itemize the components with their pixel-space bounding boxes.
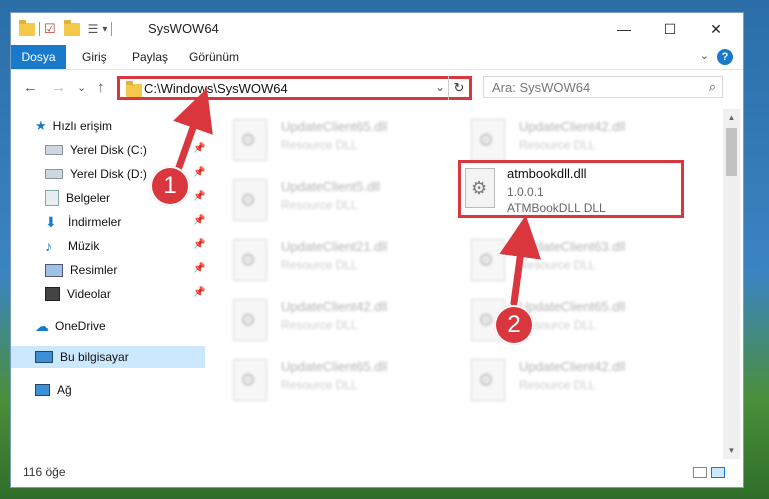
step-1-badge: 1 [150,166,190,206]
arrow-to-file [499,215,542,307]
arrow-to-address-bar [173,88,213,174]
step-2-badge: 2 [494,305,534,345]
annotation-arrows [173,88,542,307]
